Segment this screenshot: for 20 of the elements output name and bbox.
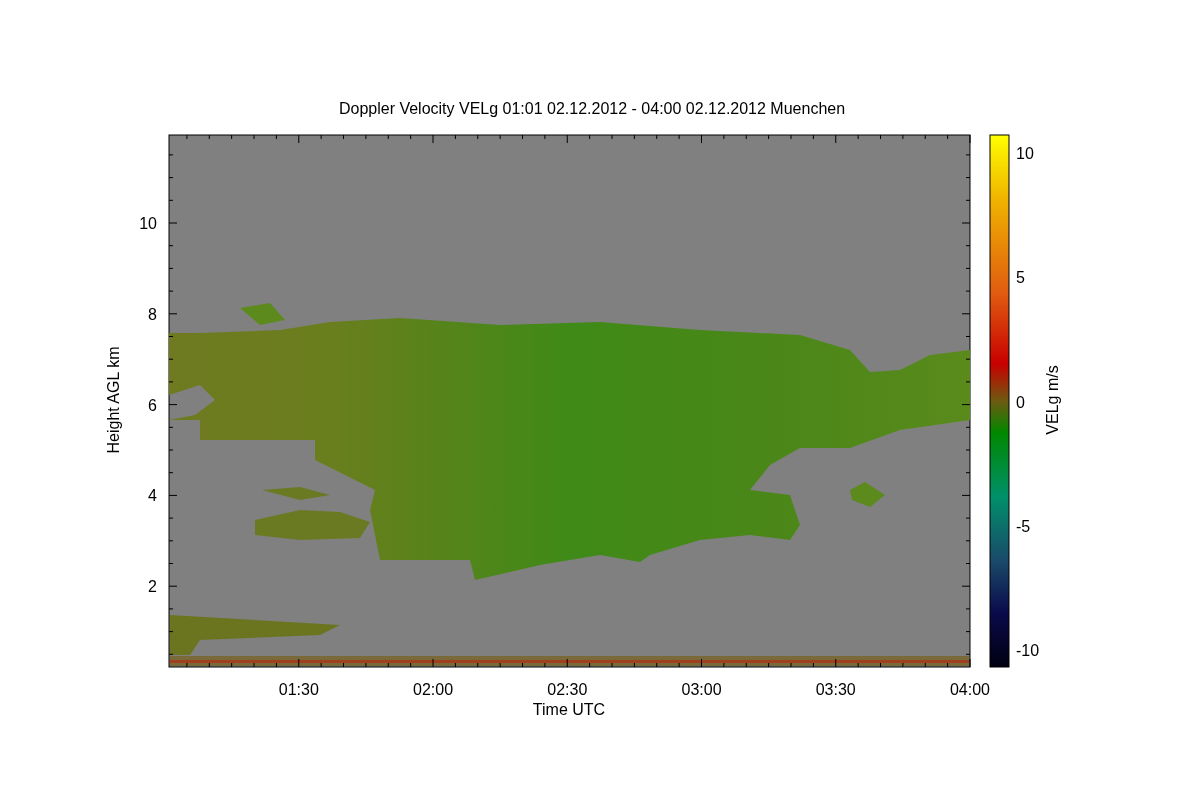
y-tick-label: 6 [148,396,157,414]
x-axis-label: Time UTC [532,701,606,718]
x-tick-label: 02:30 [547,681,588,698]
y-tick-label: 4 [148,487,157,505]
x-tick-label: 01:30 [278,681,319,698]
y-axis-label: Height AGL km [105,346,122,454]
colorbar-tick-label: 0 [1016,393,1025,411]
y-tick-label: 2 [148,578,157,596]
x-tick-label: 02:00 [413,681,454,698]
colorbar-tick-label: 10 [1016,145,1034,162]
x-tick-label: 04:00 [950,681,990,698]
colorbar-tick-label: -10 [1016,642,1040,659]
x-tick-label: 03:00 [681,681,722,698]
colorbar-tick-label: 5 [1016,269,1025,287]
chart-title: Doppler Velocity VELg 01:01 02.12.2012 - 04:00 02.12.2012 Muenchen [338,100,846,117]
colorbar-tick-label: -5 [1016,517,1031,535]
y-tick-label: 10 [139,215,157,232]
x-tick-label: 03:30 [815,681,856,698]
y-tick-label: 8 [148,305,157,323]
colorbar-label: VELg m/s [1044,365,1061,435]
